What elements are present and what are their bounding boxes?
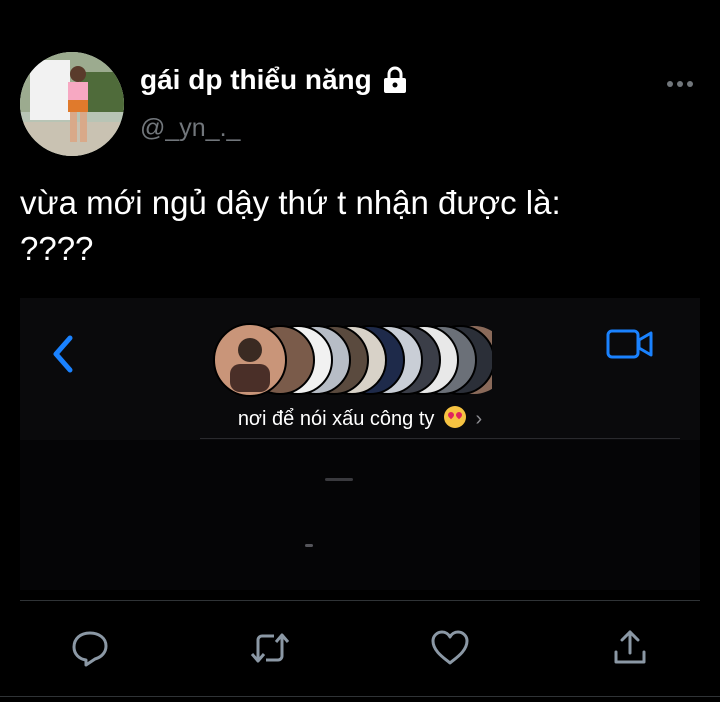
back-chevron-icon bbox=[53, 335, 73, 373]
user-handle[interactable]: @_yn_._ bbox=[140, 114, 240, 143]
reply-button[interactable] bbox=[60, 618, 120, 678]
chat-header-divider bbox=[200, 438, 680, 439]
display-name[interactable]: gái dp thiểu năng bbox=[140, 64, 408, 96]
chat-artifact bbox=[325, 478, 353, 481]
tweet-media-screenshot[interactable]: nơi để nói xấu công ty › bbox=[20, 298, 700, 590]
group-name[interactable]: nơi để nói xấu công ty › bbox=[20, 406, 700, 431]
tweet-actions bbox=[20, 618, 700, 678]
profile-avatar[interactable] bbox=[20, 52, 124, 156]
chevron-right-icon: › bbox=[475, 408, 483, 430]
retweet-icon bbox=[250, 633, 290, 663]
chat-artifact bbox=[305, 544, 313, 547]
display-name-text: gái dp thiểu năng bbox=[140, 64, 372, 95]
share-button[interactable] bbox=[600, 618, 660, 678]
like-icon bbox=[431, 630, 469, 665]
group-avatars bbox=[213, 323, 492, 397]
video-call-icon bbox=[606, 329, 653, 359]
heart-eyes-emoji-icon bbox=[443, 406, 466, 428]
avatar-image bbox=[20, 52, 124, 156]
like-button[interactable] bbox=[420, 618, 480, 678]
more-horizontal-icon bbox=[667, 81, 693, 87]
bottom-border bbox=[0, 696, 720, 697]
more-options-button[interactable] bbox=[664, 74, 696, 94]
tweet-text: vừa mới ngủ dậy thứ t nhận được là: ???? bbox=[20, 184, 561, 267]
retweet-button[interactable] bbox=[240, 618, 300, 678]
reply-icon bbox=[72, 631, 108, 667]
group-name-text: nơi để nói xấu công ty bbox=[237, 408, 435, 430]
lock-icon bbox=[383, 66, 406, 93]
tweet-divider bbox=[20, 600, 700, 601]
share-icon bbox=[614, 630, 646, 664]
